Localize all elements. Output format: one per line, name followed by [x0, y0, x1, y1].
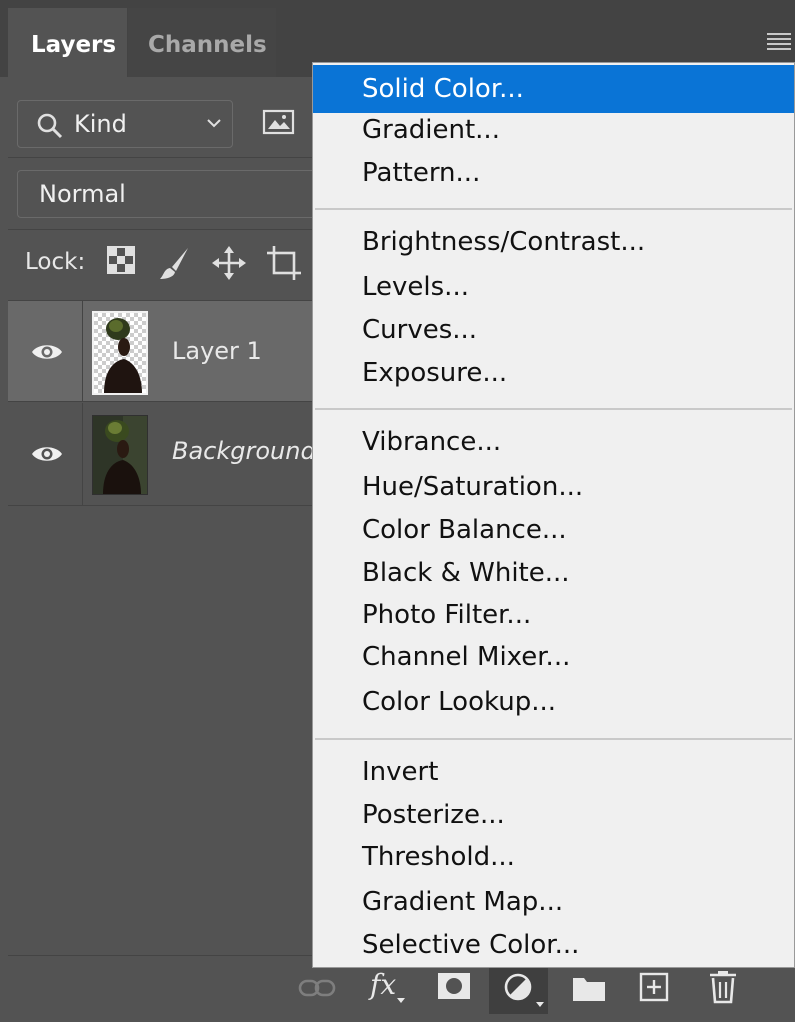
layer-thumbnail[interactable] — [92, 311, 148, 395]
layer-thumbnail[interactable] — [92, 415, 148, 495]
lock-artboard-icon[interactable] — [266, 245, 302, 281]
divider — [82, 301, 83, 401]
menu-separator — [315, 408, 792, 410]
menu-separator — [315, 738, 792, 740]
menu-item-channel-mixer[interactable]: Channel Mixer... — [313, 636, 794, 678]
menu-item-gradient-map[interactable]: Gradient Map... — [313, 881, 794, 923]
link-icon[interactable] — [298, 977, 336, 999]
menu-item-vibrance[interactable]: Vibrance... — [313, 421, 794, 463]
blend-mode-value: Normal — [39, 180, 126, 208]
menu-item-exposure[interactable]: Exposure... — [313, 352, 794, 394]
blend-mode-dropdown[interactable]: Normal — [17, 170, 313, 218]
tab-layers[interactable]: Layers — [8, 8, 127, 78]
tab-channels[interactable]: Channels — [128, 8, 276, 77]
menu-separator — [315, 208, 792, 210]
layer-name[interactable]: Background — [172, 437, 316, 465]
lock-transparent-pixels-icon[interactable] — [106, 245, 136, 275]
menu-item-color-balance[interactable]: Color Balance... — [313, 509, 794, 551]
folder-icon[interactable] — [572, 974, 606, 1002]
menu-item-pattern[interactable]: Pattern... — [313, 152, 794, 194]
fx-label: fx — [370, 968, 397, 1001]
fx-icon[interactable]: fx — [370, 968, 410, 1008]
pixel-layer-filter-icon[interactable] — [262, 108, 296, 136]
panel-menu-icon[interactable] — [767, 33, 791, 53]
half-circle-icon — [504, 973, 532, 1001]
menu-item-posterize[interactable]: Posterize... — [313, 794, 794, 836]
divider — [82, 403, 83, 505]
divider — [8, 229, 313, 230]
visibility-eye-icon[interactable] — [31, 443, 63, 465]
menu-item-threshold[interactable]: Threshold... — [313, 836, 794, 878]
divider — [8, 157, 313, 158]
dropdown-caret-icon — [397, 998, 405, 1003]
layer-row-layer-1[interactable]: Layer 1 — [8, 301, 313, 402]
layer-name[interactable]: Layer 1 — [172, 337, 262, 365]
layer-mask-icon[interactable] — [437, 972, 471, 1000]
trash-icon[interactable] — [708, 970, 738, 1004]
menu-item-invert[interactable]: Invert — [313, 751, 794, 793]
layer-row-background[interactable]: Background — [8, 403, 316, 506]
menu-item-solid-color[interactable]: Solid Color... — [313, 65, 794, 113]
visibility-eye-icon[interactable] — [31, 341, 63, 363]
lock-position-icon[interactable] — [211, 245, 247, 281]
dropdown-caret-icon — [536, 1002, 544, 1007]
menu-item-brightness-contrast[interactable]: Brightness/Contrast... — [313, 221, 794, 263]
menu-item-levels[interactable]: Levels... — [313, 266, 794, 308]
layer-thumbnail-image — [93, 416, 147, 494]
menu-item-hue-saturation[interactable]: Hue/Saturation... — [313, 466, 794, 508]
lock-image-pixels-icon[interactable] — [158, 245, 192, 281]
menu-item-gradient[interactable]: Gradient... — [313, 109, 794, 151]
lock-label: Lock: — [25, 249, 86, 275]
tab-layers-label: Layers — [31, 32, 117, 58]
menu-item-color-lookup[interactable]: Color Lookup... — [313, 681, 794, 723]
adjustment-layer-menu: Solid Color... Gradient... Pattern... Brigh… — [312, 62, 795, 968]
chevron-down-icon — [207, 119, 221, 128]
layer-thumbnail-image — [94, 313, 146, 393]
search-icon — [37, 113, 63, 139]
filter-kind-label: Kind — [74, 110, 127, 138]
menu-item-curves[interactable]: Curves... — [313, 309, 794, 351]
filter-kind-dropdown[interactable]: Kind — [17, 100, 233, 148]
adjustment-layer-icon[interactable] — [503, 972, 547, 1008]
new-layer-icon[interactable] — [639, 972, 669, 1002]
menu-item-photo-filter[interactable]: Photo Filter... — [313, 594, 794, 636]
menu-item-black-white[interactable]: Black & White... — [313, 552, 794, 594]
menu-item-selective-color[interactable]: Selective Color... — [313, 924, 794, 966]
tab-channels-label: Channels — [148, 32, 267, 58]
